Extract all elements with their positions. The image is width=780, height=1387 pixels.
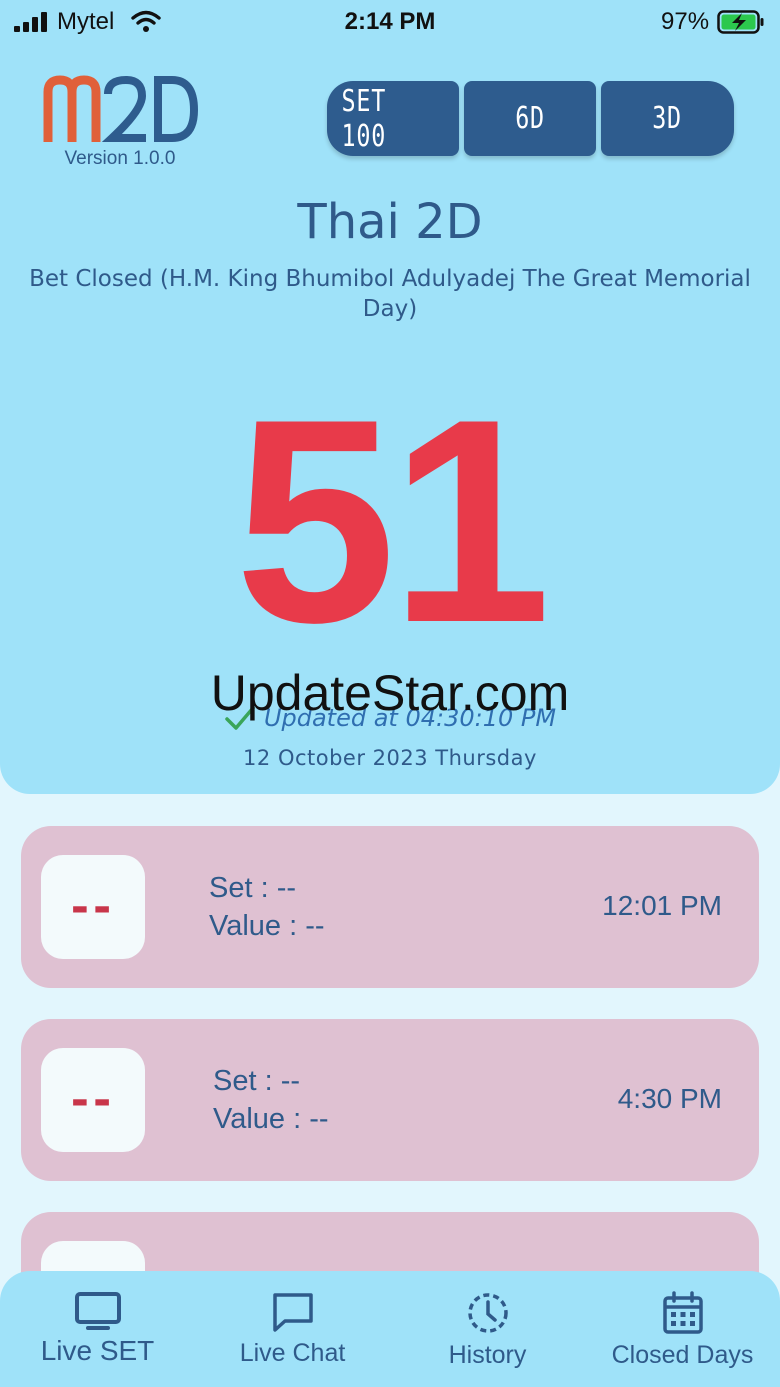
bottom-tab-bar: Live SET Live Chat History Closed Days <box>0 1271 780 1387</box>
app-version: Version 1.0.0 <box>64 148 176 169</box>
value-label: Value : -- <box>213 1103 329 1135</box>
result-time: 4:30 PM <box>617 1083 722 1114</box>
app-logo <box>43 75 199 142</box>
set-label: Set : -- <box>213 1065 301 1097</box>
tab-label: History <box>448 1341 527 1369</box>
6d-label: 6D <box>515 101 545 136</box>
set-label: Set : -- <box>209 872 297 904</box>
tab-label: Live Chat <box>239 1339 346 1367</box>
tab-label: Live SET <box>40 1335 155 1366</box>
battery-charging-icon <box>717 10 764 34</box>
set-100-button[interactable]: SET 100 <box>327 81 459 156</box>
3d-label: 3D <box>652 101 683 136</box>
chat-icon <box>272 1293 313 1332</box>
tab-history[interactable]: History <box>390 1271 585 1387</box>
result-card-morning[interactable]: -- Set : -- Value : -- 12:01 PM <box>21 826 759 988</box>
set-100-label: SET 100 <box>341 83 387 154</box>
bet-status-message: Bet Closed (H.M. King Bhumibol Adulyadej… <box>29 266 751 322</box>
updated-row: Updated at 04:30:10 PM <box>0 700 780 736</box>
result-card-evening[interactable]: -- Set : -- Value : -- 4:30 PM <box>21 1019 759 1181</box>
result-date: 12 October 2023 Thursday <box>243 746 537 770</box>
3d-button[interactable]: 3D <box>601 81 734 156</box>
result-number-box: -- <box>41 1048 145 1152</box>
tab-closed-days[interactable]: Closed Days <box>585 1271 780 1387</box>
history-icon <box>467 1293 508 1333</box>
calendar-icon <box>662 1291 703 1334</box>
result-number-box: -- <box>41 855 145 959</box>
updated-time: Updated at 04:30:10 PM <box>263 704 557 732</box>
value-label: Value : -- <box>209 910 325 942</box>
tab-label: Closed Days <box>611 1341 754 1369</box>
tv-icon <box>74 1292 121 1330</box>
tab-live-set[interactable]: Live SET <box>0 1271 195 1387</box>
result-number: 51 <box>234 359 552 683</box>
result-time: 12:01 PM <box>602 890 722 921</box>
tab-live-chat[interactable]: Live Chat <box>195 1271 390 1387</box>
status-bar: Mytel 2:14 PM 97% <box>0 0 780 44</box>
battery-percent: 97% <box>661 8 710 35</box>
6d-button[interactable]: 6D <box>464 81 596 156</box>
check-icon <box>225 706 255 730</box>
page-title: Thai 2D <box>297 194 483 250</box>
